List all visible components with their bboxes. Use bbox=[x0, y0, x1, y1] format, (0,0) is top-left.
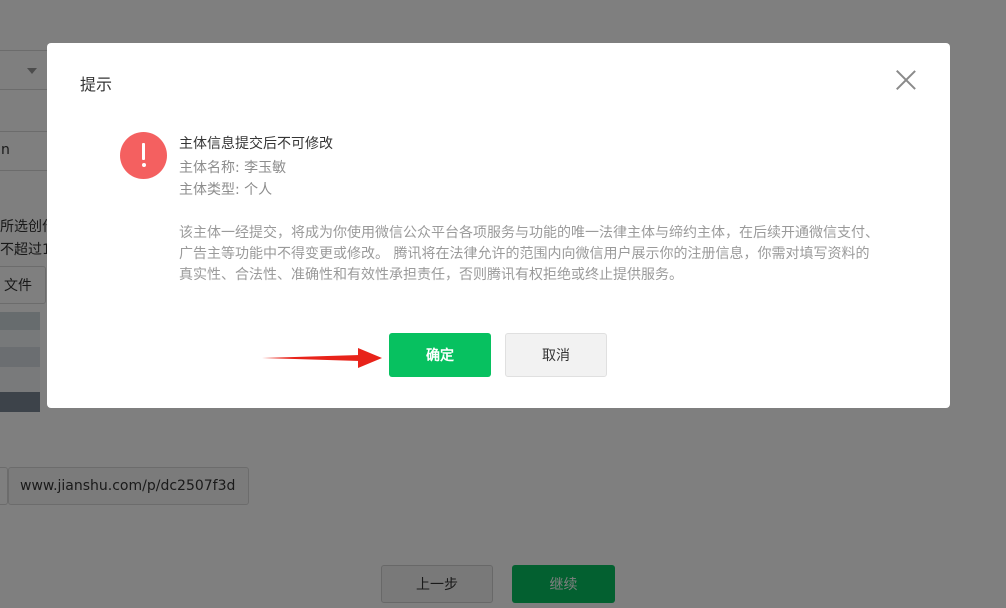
confirm-button[interactable]: 确定 bbox=[389, 333, 491, 377]
arrow-icon bbox=[262, 348, 382, 368]
dialog-title: 提示 bbox=[80, 75, 113, 94]
confirm-dialog: 提示 主体信息提交后不可修改 主体名称: 李玉敏 主体类型: 个人 该主体一经提… bbox=[47, 43, 950, 408]
entity-type-label: 主体类型: bbox=[179, 182, 240, 198]
entity-name-row: 主体名称: 李玉敏 bbox=[179, 157, 286, 177]
close-icon[interactable] bbox=[895, 69, 917, 91]
warning-icon bbox=[120, 132, 167, 179]
entity-name-value: 李玉敏 bbox=[244, 160, 287, 176]
legal-notice: 该主体一经提交，将成为你使用微信公众平台各项服务与功能的唯一法律主体与缔约主体，… bbox=[179, 225, 879, 283]
dialog-heading: 主体信息提交后不可修改 bbox=[179, 136, 333, 152]
entity-type-row: 主体类型: 个人 bbox=[179, 179, 272, 199]
entity-name-label: 主体名称: bbox=[179, 160, 240, 176]
entity-type-value: 个人 bbox=[244, 182, 273, 198]
cancel-button[interactable]: 取消 bbox=[505, 333, 607, 377]
